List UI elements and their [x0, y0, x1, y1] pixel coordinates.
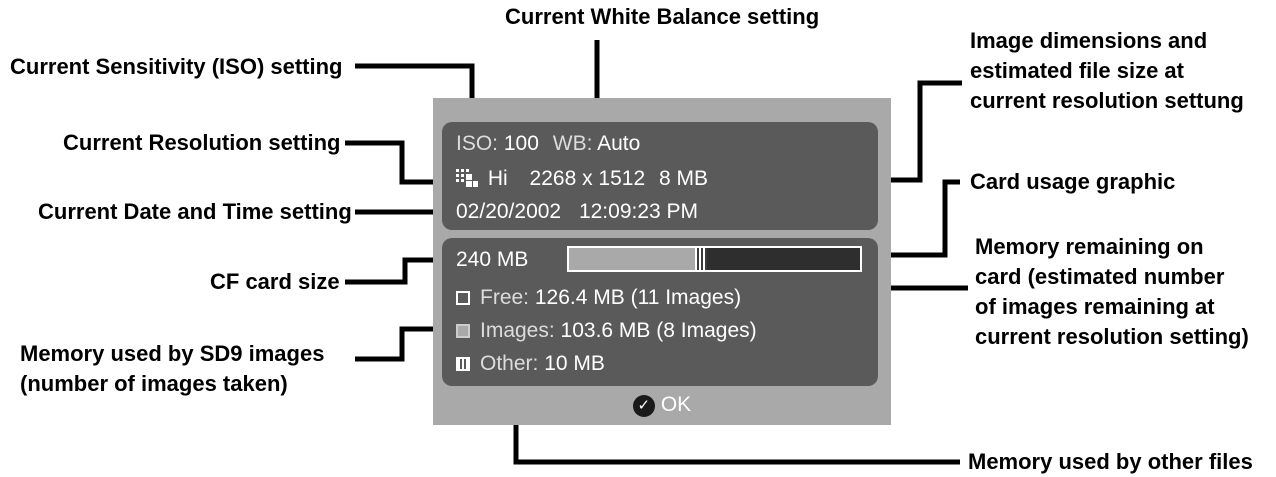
free-value: 126.4 MB (11 Images)	[534, 286, 742, 309]
callout-image-dims: Image dimensions and estimated file size…	[970, 26, 1244, 116]
other-label: Other:	[480, 352, 539, 375]
callout-white-balance: Current White Balance setting	[505, 4, 820, 29]
leader-cf-card	[345, 257, 435, 285]
iso-label: ISO:	[456, 132, 499, 155]
image-dimensions: 2268 x 1512	[529, 167, 646, 190]
camera-info-screen: ISO: 100 WB: Auto Hi 2268 x 1512 8 MB 02…	[433, 98, 891, 425]
card-panel: 240 MB Free: 126.4 MB (11 Images) Images…	[442, 238, 878, 386]
time-value: 12:09:23 PM	[578, 200, 699, 223]
callout-iso: Current Sensitivity (ISO) setting	[10, 54, 343, 79]
callout-memory-remaining-line-1: Memory remaining on	[975, 234, 1204, 259]
iso-wb-row: ISO: 100 WB: Auto	[456, 132, 640, 156]
usage-bar-images	[569, 248, 695, 270]
checkmark-icon: ✓	[632, 395, 655, 417]
images-legend-icon	[456, 324, 470, 338]
callout-date-time: Current Date and Time setting	[38, 199, 352, 224]
card-size-value: 240 MB	[456, 248, 529, 271]
callout-memory-sd9-line-2: (number of images taken)	[20, 371, 288, 396]
free-legend-icon	[456, 291, 470, 305]
leader-memory-sd9	[355, 326, 445, 362]
free-row: Free: 126.4 MB (11 Images)	[456, 286, 741, 310]
other-row: Other: 10 MB	[456, 352, 605, 376]
file-size: 8 MB	[658, 167, 708, 190]
date-time-row: 02/20/2002 12:09:23 PM	[456, 200, 698, 224]
resolution-grid-icon	[456, 169, 478, 187]
free-label: Free:	[480, 286, 530, 309]
callout-resolution: Current Resolution setting	[63, 130, 341, 155]
usage-bar-other	[695, 248, 707, 270]
settings-panel: ISO: 100 WB: Auto Hi 2268 x 1512 8 MB 02…	[442, 122, 878, 230]
callout-memory-sd9-line-1: Memory used by SD9 images	[20, 341, 325, 366]
ok-button[interactable]: ✓ OK	[433, 393, 891, 417]
callout-memory-remaining-line-4: current resolution setting)	[975, 324, 1249, 349]
callout-memory-remaining: Memory remaining on card (estimated numb…	[975, 232, 1249, 352]
callout-cf-card-size: CF card size	[210, 269, 340, 294]
resolution-value: Hi	[487, 167, 508, 190]
callout-card-usage: Card usage graphic	[970, 169, 1176, 194]
wb-label: WB:	[552, 132, 593, 155]
wb-value: Auto	[597, 132, 641, 155]
callout-image-dims-line-3: current resolution settung	[970, 88, 1244, 113]
card-usage-bar	[567, 246, 862, 272]
ok-label: OK	[660, 393, 692, 416]
leader-resolution	[345, 140, 433, 185]
other-value: 10 MB	[544, 352, 605, 375]
card-size-row: 240 MB	[456, 248, 528, 272]
images-label: Images:	[480, 319, 555, 342]
other-legend-icon	[456, 357, 470, 371]
images-row: Images: 103.6 MB (8 Images)	[456, 319, 757, 343]
iso-value: 100	[503, 132, 539, 155]
leader-iso	[355, 63, 475, 100]
callout-image-dims-line-1: Image dimensions and	[970, 28, 1208, 53]
callout-memory-sd9: Memory used by SD9 images (number of ima…	[20, 339, 324, 399]
callout-memory-remaining-line-2: card (estimated number	[975, 264, 1225, 289]
callout-memory-remaining-line-3: of images remaining at	[975, 294, 1215, 319]
date-value: 02/20/2002	[456, 200, 562, 223]
callout-memory-other: Memory used by other files	[968, 449, 1253, 474]
callout-image-dims-line-2: estimated file size at	[970, 58, 1184, 83]
images-value: 103.6 MB (8 Images)	[560, 319, 757, 342]
resolution-row: Hi 2268 x 1512 8 MB	[456, 167, 708, 191]
